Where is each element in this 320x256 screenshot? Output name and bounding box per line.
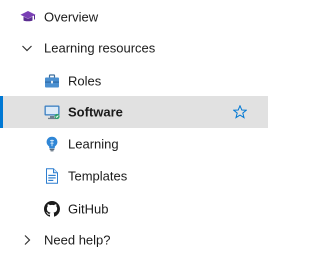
monitor-icon <box>44 104 60 120</box>
nav-group-learning-resources[interactable]: Learning resources <box>0 32 268 64</box>
sidebar-item-learning[interactable]: Learning <box>0 128 268 160</box>
briefcase-icon <box>44 73 60 89</box>
sidebar-item-software[interactable]: Software <box>0 96 268 128</box>
chevron-right-icon <box>21 234 33 246</box>
sidebar-item-templates[interactable]: Templates <box>0 160 268 192</box>
sidebar-item-label: GitHub <box>68 201 109 217</box>
document-icon <box>44 168 60 184</box>
graduation-cap-icon <box>20 9 36 25</box>
nav-label-need-help: Need help? <box>44 232 111 248</box>
sidebar-item-label: Templates <box>68 168 128 184</box>
sidebar-item-github[interactable]: GitHub <box>0 193 268 225</box>
nav-group-need-help[interactable]: Need help? <box>0 224 268 256</box>
lightbulb-icon <box>44 136 60 152</box>
sidebar-item-roles[interactable]: Roles <box>0 65 268 97</box>
sidebar-item-label: Roles <box>68 73 102 89</box>
nav-item-overview[interactable]: Overview <box>0 1 268 33</box>
sidebar-item-label: Learning <box>68 136 119 152</box>
sidebar-item-label: Software <box>68 104 123 120</box>
selection-indicator <box>0 96 3 128</box>
star-icon[interactable] <box>233 105 247 119</box>
nav-label-overview: Overview <box>44 9 99 25</box>
navigation-menu: Overview Learning resources Roles Softwa… <box>0 0 268 254</box>
github-icon <box>44 201 60 217</box>
chevron-down-icon <box>21 42 33 54</box>
nav-label-learning-resources: Learning resources <box>44 40 156 56</box>
